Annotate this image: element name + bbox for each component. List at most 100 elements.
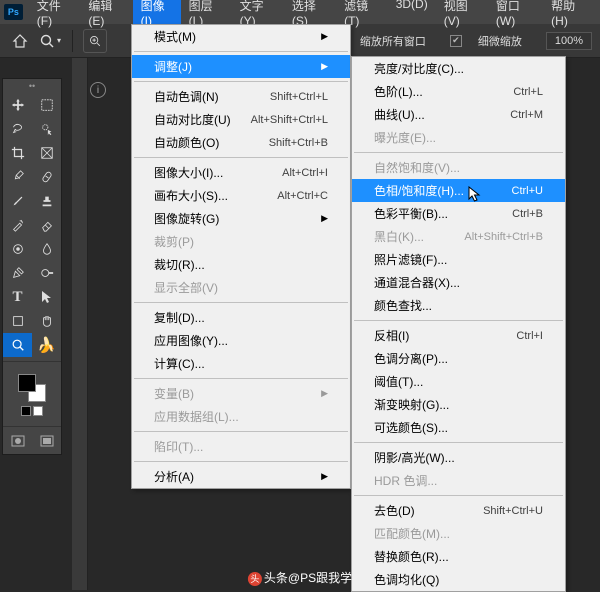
fine-zoom-checkbox[interactable]: ✔ — [450, 35, 462, 47]
menu-item-label: 陷印(T)... — [154, 438, 203, 455]
menu-item[interactable]: 去色(D)Shift+Ctrl+U — [352, 499, 565, 522]
frame-tool[interactable] — [32, 141, 61, 165]
screenmode-icon[interactable] — [40, 435, 54, 450]
path-select-tool[interactable] — [32, 285, 61, 309]
gradient-tool[interactable] — [3, 237, 32, 261]
history-brush-tool[interactable] — [3, 213, 32, 237]
menu-item[interactable]: 色调均化(Q) — [352, 568, 565, 591]
menu-item-label: 替换颜色(R)... — [374, 548, 449, 565]
zoom-tool-icon[interactable]: ▾ — [38, 29, 62, 53]
menu-item[interactable]: 调整(J)▶ — [132, 55, 350, 78]
menu-item[interactable]: 阴影/高光(W)... — [352, 446, 565, 469]
menu-item-label: 自然饱和度(V)... — [374, 159, 460, 176]
toolbox-grip[interactable]: •• — [3, 79, 61, 93]
menu-item-label: 计算(C)... — [154, 355, 205, 372]
menu-item-label: 裁切(R)... — [154, 256, 205, 273]
submenu-arrow-icon: ▶ — [321, 61, 328, 72]
menu-item-shortcut: Ctrl+B — [512, 208, 543, 220]
menu-item[interactable]: 自动对比度(U)Alt+Shift+Ctrl+L — [132, 108, 350, 131]
hand-tool[interactable] — [32, 309, 61, 333]
stamp-tool[interactable] — [32, 189, 61, 213]
menu-item-label: 色彩平衡(B)... — [374, 205, 448, 222]
menu-item-shortcut: Alt+Shift+Ctrl+B — [464, 231, 543, 243]
menu-item[interactable]: 图像大小(I)...Alt+Ctrl+I — [132, 161, 350, 184]
zoom-in-icon[interactable] — [83, 29, 107, 53]
swap-colors[interactable] — [33, 406, 43, 416]
menu-item[interactable]: 自动色调(N)Shift+Ctrl+L — [132, 85, 350, 108]
menu-item[interactable]: 色调分离(P)... — [352, 347, 565, 370]
menu-item: 匹配颜色(M)... — [352, 522, 565, 545]
shape-tool[interactable] — [3, 309, 32, 333]
quickmask-icon[interactable] — [11, 435, 25, 450]
menu-item[interactable]: 照片滤镜(F)... — [352, 248, 565, 271]
menu-item[interactable]: 通道混合器(X)... — [352, 271, 565, 294]
info-icon[interactable]: i — [90, 82, 106, 98]
crop-tool[interactable] — [3, 141, 32, 165]
menu-item[interactable]: 颜色查找... — [352, 294, 565, 317]
menubar-item[interactable]: 帮助(H) — [543, 0, 596, 32]
menu-item-shortcut: Alt+Ctrl+C — [277, 190, 328, 202]
menu-item-label: 自动对比度(U) — [154, 111, 231, 128]
blur-tool[interactable] — [32, 237, 61, 261]
type-tool[interactable]: T — [3, 285, 32, 309]
menu-item[interactable]: 阈值(T)... — [352, 370, 565, 393]
menu-item[interactable]: 亮度/对比度(C)... — [352, 57, 565, 80]
menu-item-label: 图像大小(I)... — [154, 164, 223, 181]
menu-item[interactable]: 应用图像(Y)... — [132, 329, 350, 352]
eyedropper-tool[interactable] — [3, 165, 32, 189]
menubar-item[interactable]: 窗口(W) — [488, 0, 543, 32]
menu-item[interactable]: 分析(A)▶ — [132, 465, 350, 488]
submenu-arrow-icon: ▶ — [321, 213, 328, 224]
zoom-tool[interactable] — [3, 333, 32, 357]
menu-item[interactable]: 替换颜色(R)... — [352, 545, 565, 568]
healing-tool[interactable] — [32, 165, 61, 189]
move-tool[interactable] — [3, 93, 32, 117]
lasso-tool[interactable] — [3, 117, 32, 141]
color-swatches[interactable] — [3, 366, 61, 422]
eraser-tool[interactable] — [32, 213, 61, 237]
menu-item-label: 通道混合器(X)... — [374, 274, 460, 291]
menu-item: 曝光度(E)... — [352, 126, 565, 149]
menu-item[interactable]: 图像旋转(G)▶ — [132, 207, 350, 230]
menu-item[interactable]: 曲线(U)...Ctrl+M — [352, 103, 565, 126]
menu-item[interactable]: 可选颜色(S)... — [352, 416, 565, 439]
menu-item[interactable]: 色相/饱和度(H)...Ctrl+U — [352, 179, 565, 202]
menu-item[interactable]: 色彩平衡(B)... Ctrl+B — [352, 202, 565, 225]
menu-item-label: 模式(M) — [154, 28, 196, 45]
marquee-tool[interactable] — [32, 93, 61, 117]
zoom-percent[interactable]: 100% — [546, 32, 592, 50]
menubar-item[interactable]: 编辑(E) — [80, 0, 132, 32]
menu-item[interactable]: 色阶(L)...Ctrl+L — [352, 80, 565, 103]
menu-item[interactable]: 计算(C)... — [132, 352, 350, 375]
menu-item[interactable]: 画布大小(S)... Alt+Ctrl+C — [132, 184, 350, 207]
foreground-color[interactable] — [18, 374, 36, 392]
watermark-icon: 头 — [248, 572, 262, 586]
menu-item-label: 画布大小(S)... — [154, 187, 228, 204]
dodge-tool[interactable] — [32, 261, 61, 285]
menu-item-label: 分析(A) — [154, 468, 194, 485]
pen-tool[interactable] — [3, 261, 32, 285]
default-colors[interactable] — [21, 406, 31, 416]
menu-item[interactable]: 裁切(R)... — [132, 253, 350, 276]
menubar-item[interactable]: 视图(V) — [436, 0, 488, 32]
edit-toolbar[interactable]: 🍌 — [32, 333, 61, 357]
submenu-arrow-icon: ▶ — [321, 388, 328, 399]
menu-item-label: 自动颜色(O) — [154, 134, 219, 151]
menu-item-label: 曲线(U)... — [374, 106, 425, 123]
menu-item-label: 裁剪(P) — [154, 233, 194, 250]
menu-item[interactable]: 渐变映射(G)... — [352, 393, 565, 416]
menubar-item[interactable]: 3D(D) — [388, 0, 436, 32]
menubar-item[interactable]: 文件(F) — [29, 0, 81, 32]
menu-item[interactable]: 模式(M)▶ — [132, 25, 350, 48]
home-icon[interactable] — [8, 29, 32, 53]
menu-item[interactable]: 复制(D)... — [132, 306, 350, 329]
quick-select-tool[interactable] — [32, 117, 61, 141]
menu-item[interactable]: 自动颜色(O)Shift+Ctrl+B — [132, 131, 350, 154]
menu-item[interactable]: 反相(I)Ctrl+I — [352, 324, 565, 347]
menu-item-shortcut: Ctrl+L — [513, 86, 543, 98]
menu-item-label: 去色(D) — [374, 502, 415, 519]
menu-item: 黑白(K)...Alt+Shift+Ctrl+B — [352, 225, 565, 248]
brush-tool[interactable] — [3, 189, 32, 213]
menu-item-label: 应用数据组(L)... — [154, 408, 239, 425]
menu-item-shortcut: Ctrl+U — [512, 185, 543, 197]
